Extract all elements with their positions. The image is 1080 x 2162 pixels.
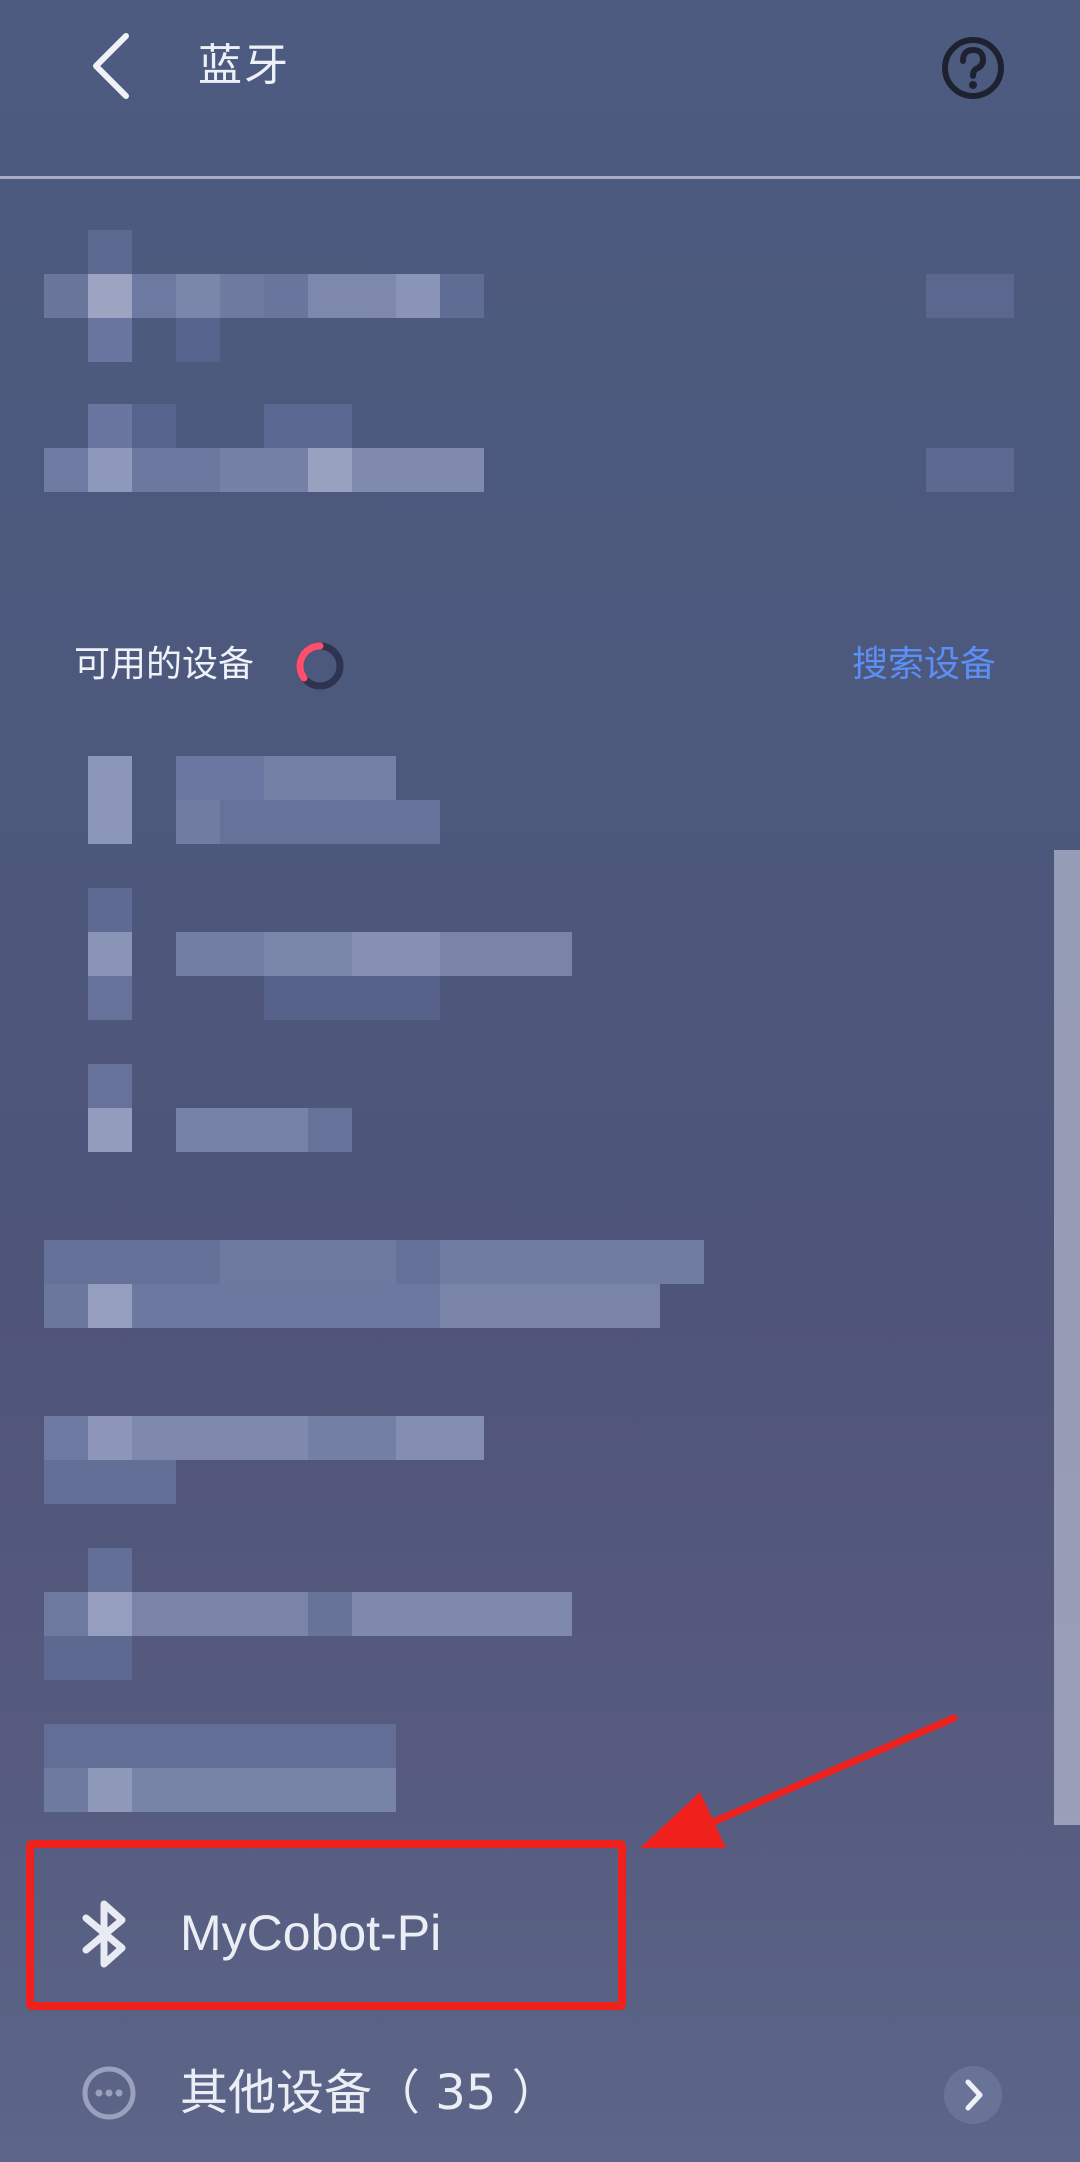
search-devices-button[interactable]: 搜索设备 [852, 640, 996, 690]
back-chevron-icon[interactable] [82, 30, 142, 102]
available-device-obscured-2[interactable] [88, 888, 688, 1020]
available-device-obscured-7[interactable] [44, 1724, 404, 1812]
scrollbar[interactable] [1054, 850, 1080, 1825]
annotation-arrow-icon [640, 1714, 958, 1848]
header-divider [0, 176, 1080, 179]
help-question-icon[interactable] [940, 35, 1006, 101]
top-bar: 蓝牙 [0, 0, 1080, 178]
page-title: 蓝牙 [198, 40, 290, 91]
paired-device-obscured-1[interactable] [44, 230, 1014, 362]
chevron-right-icon[interactable] [944, 2066, 1002, 2124]
available-device-obscured-1[interactable] [88, 756, 528, 844]
highlight-annotation-box [26, 1840, 626, 2010]
paired-device-obscured-2[interactable] [44, 404, 1014, 492]
available-device-obscured-4[interactable] [44, 1240, 724, 1328]
available-device-obscured-5[interactable] [44, 1416, 564, 1504]
more-dots-icon [82, 2066, 136, 2120]
available-devices-label: 可用的设备 [74, 644, 255, 685]
loading-spinner-icon [296, 642, 344, 690]
available-device-obscured-3[interactable] [88, 1064, 388, 1152]
other-devices-label: 其他设备（ 35 ） [180, 2065, 560, 2121]
available-device-obscured-6[interactable] [44, 1548, 644, 1680]
